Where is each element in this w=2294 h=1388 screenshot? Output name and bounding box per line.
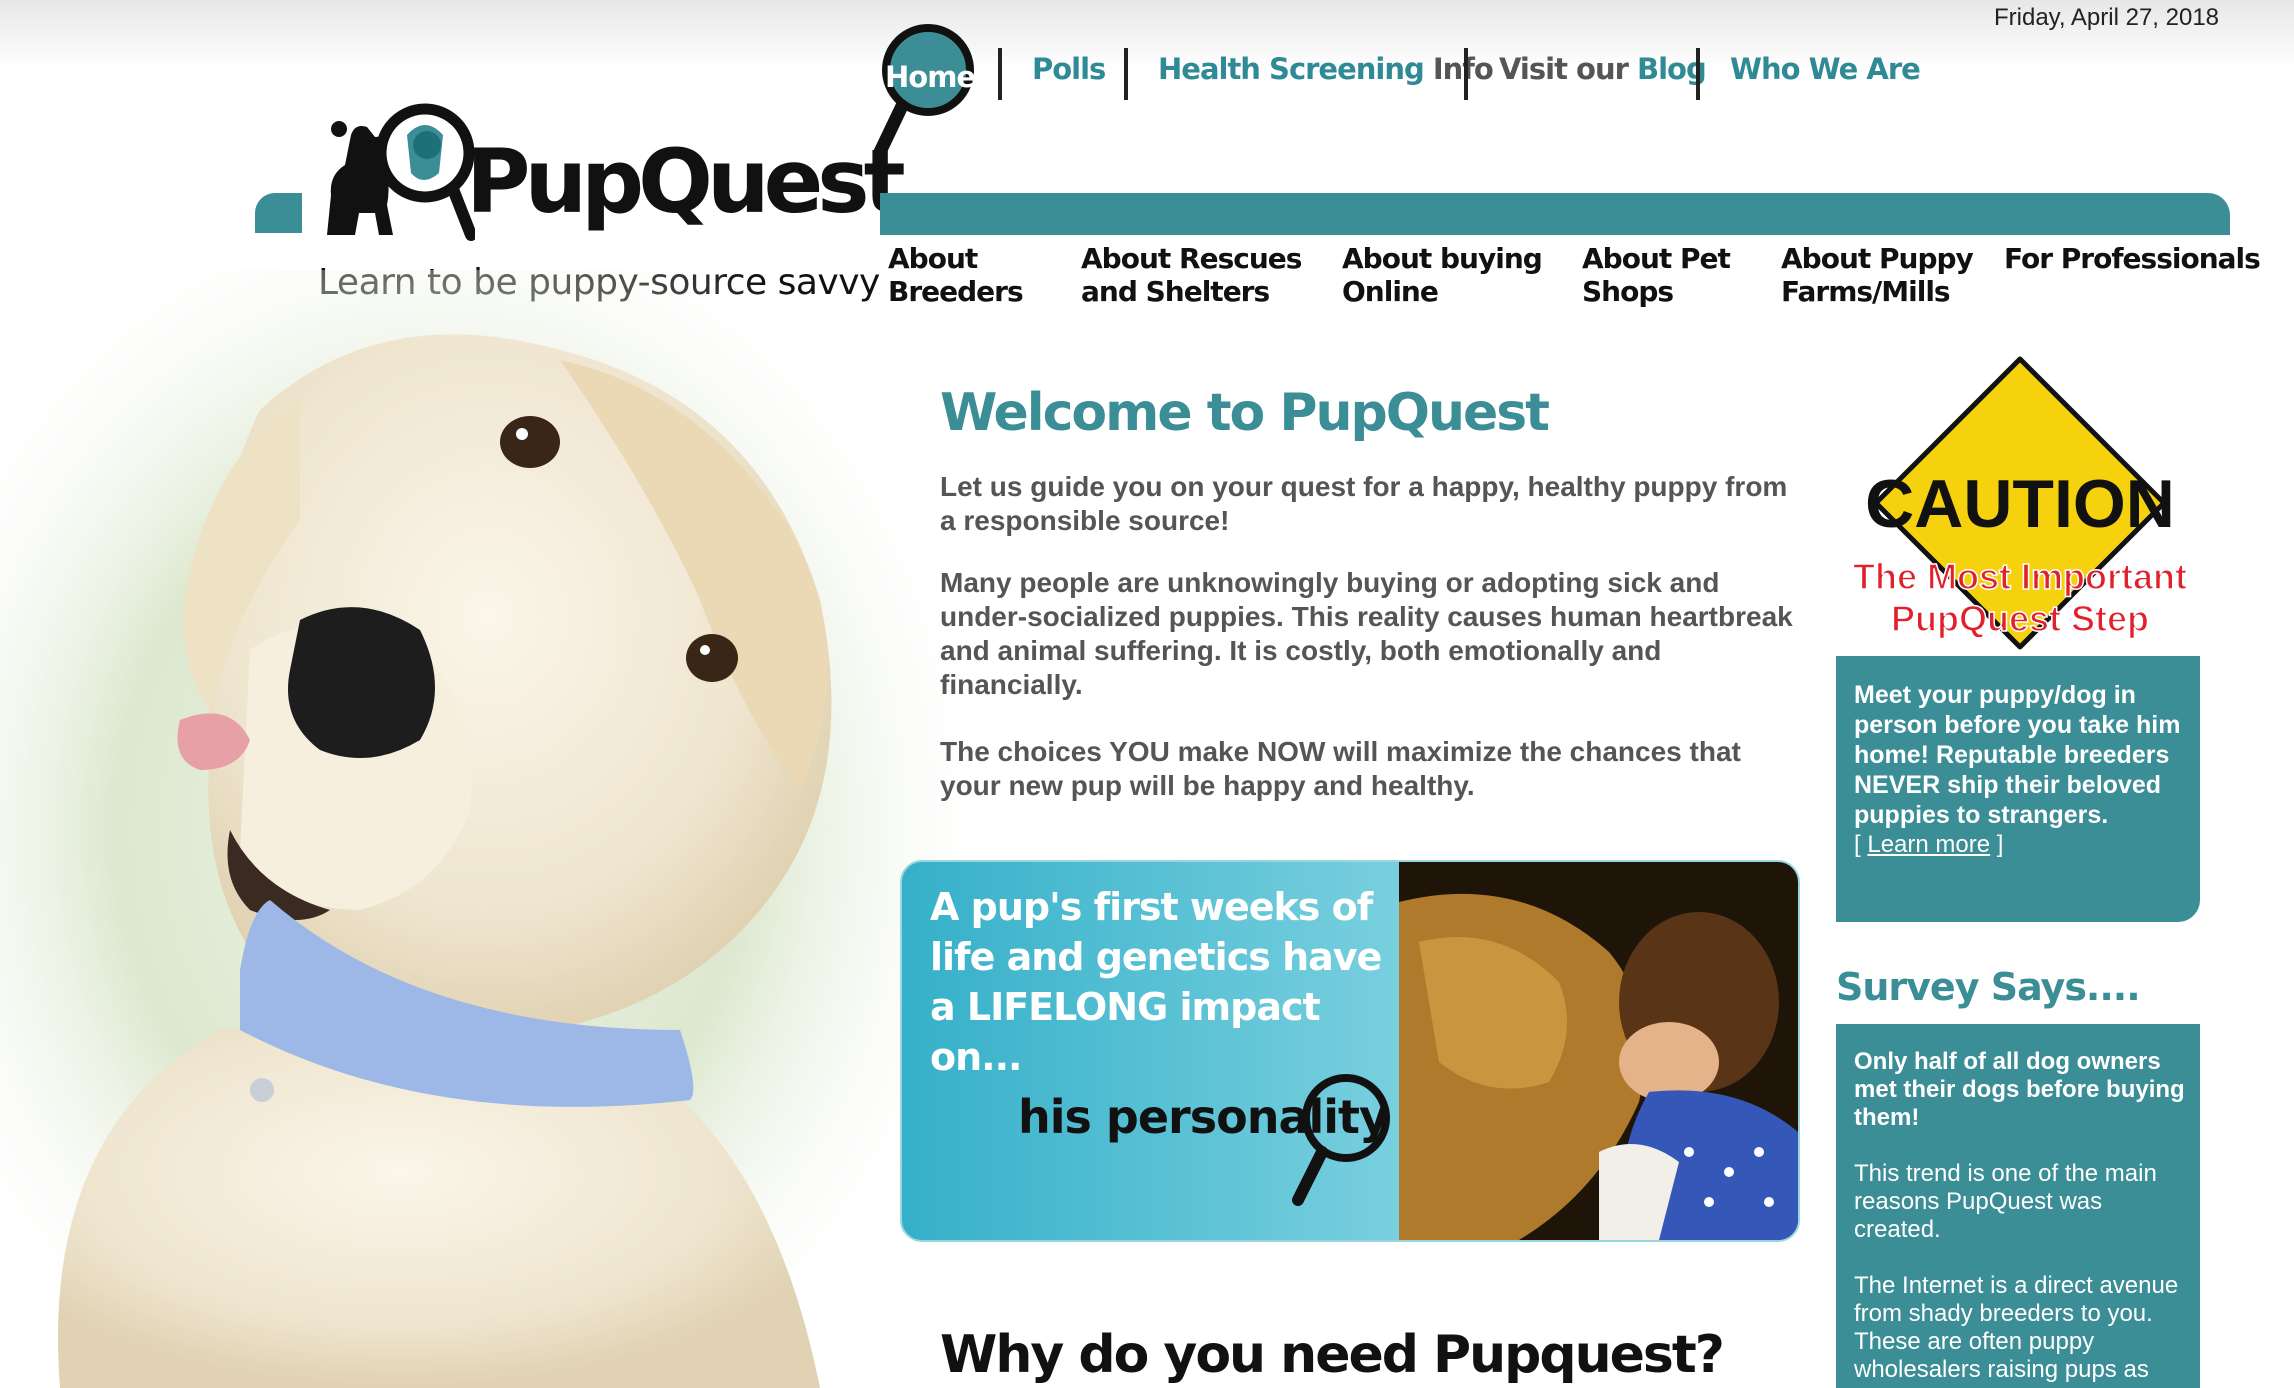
- nav-about-buying-online[interactable]: About buying Online: [1342, 242, 1543, 308]
- nav-who-we-are-link[interactable]: Who We Are: [1730, 52, 1921, 86]
- nav-about-pet-shops[interactable]: About Pet Shops: [1582, 242, 1731, 308]
- nav-health-screening-label: Health Screening: [1158, 52, 1425, 86]
- caution-line2: PupQuest Step: [1891, 598, 2149, 639]
- meet-puppy-text-block: Meet your puppy/dog in person before you…: [1854, 680, 2184, 860]
- nav-for-professionals[interactable]: For Professionals: [2004, 242, 2261, 275]
- nav-bar-left-tab: [255, 193, 302, 233]
- problem-paragraph: Many people are unknowingly buying or ad…: [940, 567, 1793, 700]
- nav-label-line: About Puppy: [1781, 242, 1974, 275]
- caution-word: CAUTION: [1865, 466, 2175, 542]
- learn-more-link[interactable]: Learn more: [1867, 831, 1990, 858]
- nav-separator: [1464, 48, 1468, 100]
- survey-box: Only half of all dog owners met their do…: [1836, 1024, 2200, 1388]
- survey-heading: Survey Says....: [1836, 965, 2141, 1009]
- nav-label-line: About buying: [1342, 242, 1543, 275]
- caution-sign-icon[interactable]: CAUTION The Most Important PupQuest Step: [1840, 345, 2200, 675]
- learn-more-wrapper: [ Learn more ]: [1854, 831, 2004, 858]
- nav-label-line: and Shelters: [1081, 275, 1270, 308]
- hero-labrador-image: [0, 270, 960, 1388]
- nav-label-line: Farms/Mills: [1781, 275, 1951, 308]
- nav-label-line: Online: [1342, 275, 1439, 308]
- main-nav-bar: [880, 193, 2230, 235]
- nav-health-screening-link[interactable]: Health Screening Info: [1158, 52, 1494, 86]
- banner-magnifier-icon: [1292, 1074, 1390, 1206]
- nav-home-link[interactable]: Home: [885, 60, 976, 94]
- survey-text-block: Only half of all dog owners met their do…: [1854, 1048, 2189, 1384]
- nav-label-line: For Professionals: [2004, 242, 2261, 275]
- survey-paragraph: The Internet is a direct avenue from sha…: [1854, 1272, 2179, 1383]
- nav-blog-link[interactable]: Visit our Blog: [1499, 52, 1707, 86]
- nav-separator: [998, 48, 1002, 100]
- logo-dog-magnifier-icon[interactable]: [315, 95, 475, 245]
- choices-paragraph: The choices YOU make NOW will maximize t…: [940, 736, 1741, 801]
- nav-info-label: Info: [1432, 52, 1494, 86]
- top-gradient: [0, 0, 2294, 70]
- nav-label-line: About Pet: [1582, 242, 1731, 275]
- caution-line1: The Most Important: [1853, 556, 2187, 597]
- nav-about-rescues-shelters[interactable]: About Rescues and Shelters: [1081, 242, 1302, 308]
- survey-stat: Only half of all dog owners met their do…: [1854, 1048, 2185, 1131]
- meet-puppy-box: Meet your puppy/dog in person before you…: [1836, 656, 2200, 922]
- nav-polls-link[interactable]: Polls: [1032, 52, 1106, 86]
- intro-paragraph: Let us guide you on your quest for a hap…: [940, 471, 1788, 536]
- nav-about-puppy-farms[interactable]: About Puppy Farms/Mills: [1781, 242, 1974, 308]
- why-section-heading: Why do you need Pupquest?: [940, 1325, 1725, 1385]
- survey-paragraph: This trend is one of the main reasons Pu…: [1854, 1160, 2157, 1243]
- nav-separator: [1124, 48, 1128, 100]
- banner-child-and-dog-photo: [1399, 862, 1798, 1240]
- personality-banner[interactable]: A pup's first weeks of life and genetics…: [900, 860, 1800, 1242]
- nav-label-line: Shops: [1582, 275, 1674, 308]
- logo-wordmark[interactable]: PupQuest: [466, 130, 906, 233]
- current-date: Friday, April 27, 2018: [1994, 4, 2220, 31]
- nav-visit-our-label: Visit our: [1499, 52, 1629, 86]
- meet-puppy-text: Meet your puppy/dog in person before you…: [1854, 681, 2181, 829]
- nav-label-line: About Rescues: [1081, 242, 1302, 275]
- page-title: Welcome to PupQuest: [940, 383, 1550, 443]
- banner-caption: A pup's first weeks of life and genetics…: [930, 885, 1382, 1079]
- nav-separator: [1696, 48, 1700, 100]
